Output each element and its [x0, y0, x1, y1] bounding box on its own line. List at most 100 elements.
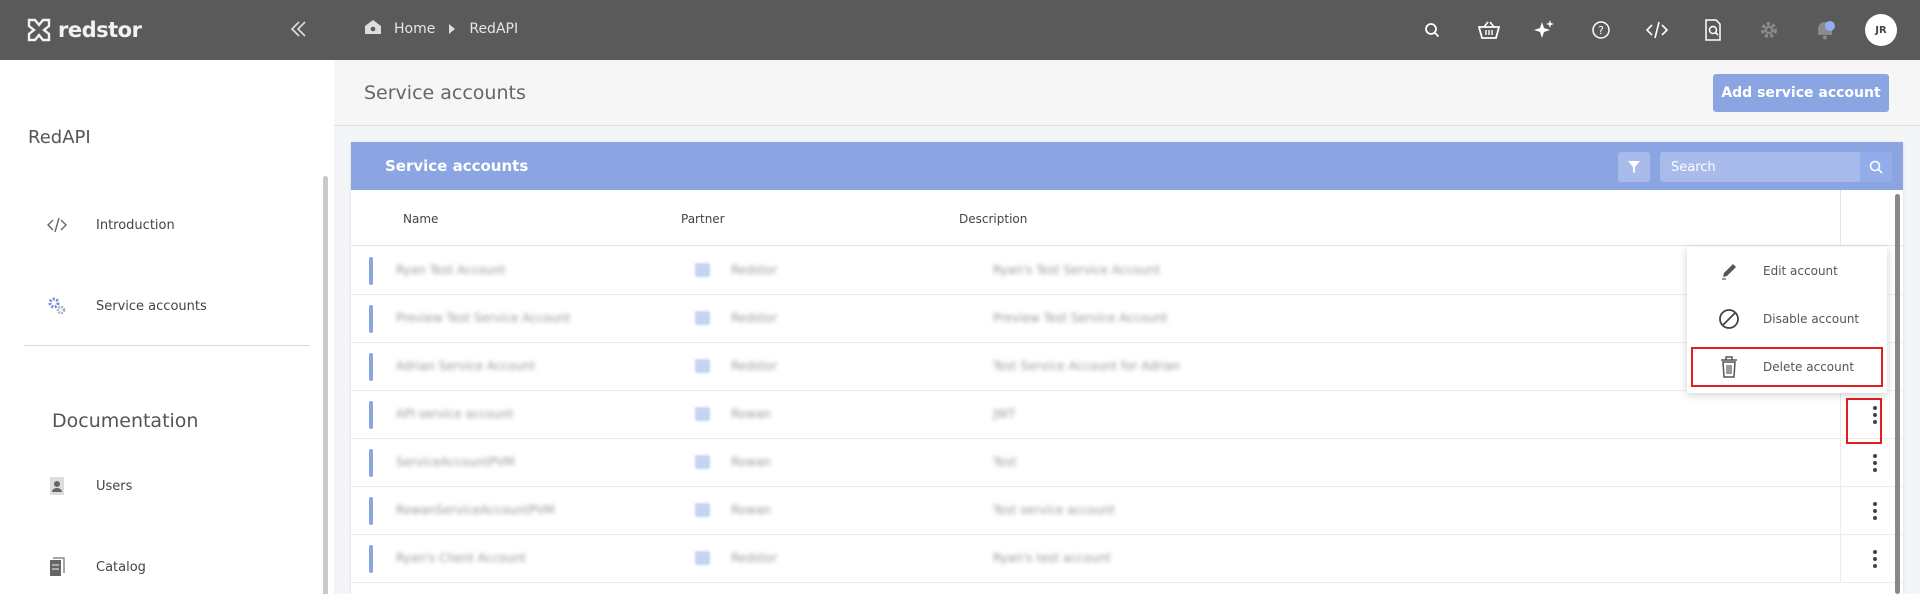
row-status-bar: [369, 497, 373, 525]
column-header-description[interactable]: Description: [959, 212, 1027, 226]
gears-icon: [46, 295, 68, 317]
sidebar-divider: [24, 345, 310, 346]
partner-icon: [695, 311, 710, 325]
row-status-bar: [369, 401, 373, 429]
breadcrumb-redapi[interactable]: RedAPI: [469, 21, 518, 37]
actions-column-divider: [1840, 190, 1841, 246]
actions-column-divider: [1840, 487, 1841, 535]
sidebar-item-service-accounts[interactable]: Service accounts: [46, 292, 207, 320]
panel-title: Service accounts: [385, 157, 529, 175]
notification-icon[interactable]: [1811, 16, 1839, 44]
gear-icon[interactable]: [1755, 16, 1783, 44]
search-button[interactable]: [1860, 152, 1892, 182]
user-icon: [46, 475, 68, 497]
top-bar: redstor Home RedAPI ? JR: [0, 0, 1920, 60]
sidebar-item-label: Catalog: [96, 559, 146, 575]
column-header-partner[interactable]: Partner: [681, 212, 725, 226]
sidebar-item-label: Introduction: [96, 217, 175, 233]
column-header-name[interactable]: Name: [403, 212, 438, 226]
sidebar: RedAPI Introduction Service accounts Doc…: [0, 60, 334, 594]
basket-icon[interactable]: [1475, 16, 1503, 44]
cell-description: Ryan's Test Service Account: [993, 263, 1161, 277]
actions-column-divider: [1840, 439, 1841, 487]
search-icon: [1869, 160, 1883, 174]
cell-name: ServiceAccountPVM: [396, 455, 515, 469]
pencil-icon: [1717, 259, 1741, 283]
logo-text: redstor: [58, 18, 142, 42]
search-icon[interactable]: [1418, 16, 1446, 44]
breadcrumb-home[interactable]: Home: [394, 21, 435, 37]
cell-name: Preview Test Service Account: [396, 311, 571, 325]
table-row[interactable]: Adrian Service Account Redstor Test Servic…: [351, 343, 1903, 391]
row-status-bar: [369, 449, 373, 477]
table-row[interactable]: Ryan Test Account Redstor Ryan's Test Serv…: [351, 247, 1903, 295]
menu-item-label: Delete account: [1763, 360, 1855, 374]
table-row[interactable]: RowanServiceAccountPVM Rowan Test service …: [351, 487, 1903, 535]
cell-description: Test service account: [993, 503, 1116, 517]
menu-item-label: Disable account: [1763, 312, 1860, 326]
sparkle-icon[interactable]: [1530, 16, 1558, 44]
more-options-icon[interactable]: [1863, 451, 1887, 475]
table-row[interactable]: API service account Rowan JWT: [351, 391, 1903, 439]
add-service-account-button[interactable]: Add service account: [1713, 74, 1889, 112]
help-icon[interactable]: ?: [1587, 16, 1615, 44]
delete-account-menu-item[interactable]: Delete account: [1687, 343, 1887, 391]
home-icon[interactable]: [364, 19, 382, 39]
logo-icon: [26, 17, 52, 43]
avatar[interactable]: JR: [1865, 14, 1897, 46]
service-accounts-panel: Service accounts Name Partner Descriptio…: [351, 142, 1903, 594]
row-status-bar: [369, 257, 373, 285]
row-status-bar: [369, 545, 373, 573]
edit-account-menu-item[interactable]: Edit account: [1687, 247, 1887, 295]
cell-partner: Rowan: [731, 455, 771, 469]
cell-description: Preview Test Service Account: [993, 311, 1168, 325]
code-icon[interactable]: [1643, 16, 1671, 44]
search-doc-icon[interactable]: [1699, 16, 1727, 44]
cell-partner: Redstor: [731, 311, 778, 325]
partner-icon: [695, 359, 710, 373]
more-options-icon[interactable]: [1863, 547, 1887, 571]
cell-partner: Redstor: [731, 551, 778, 565]
highlight-box: [1846, 398, 1882, 444]
actions-column-divider: [1840, 391, 1841, 439]
sidebar-item-label: Users: [96, 478, 133, 494]
cell-name: Ryan's Client Account: [396, 551, 527, 565]
filter-button[interactable]: [1618, 152, 1650, 182]
table-row[interactable]: ServiceAccountPVM Rowan Test: [351, 439, 1903, 487]
logo[interactable]: redstor: [26, 14, 142, 46]
trash-icon: [1717, 355, 1741, 379]
table-row[interactable]: Ryan's Client Account Redstor Ryan's test …: [351, 535, 1903, 583]
cell-partner: Redstor: [731, 263, 778, 277]
sidebar-scrollbar[interactable]: [323, 176, 328, 594]
catalog-icon: [46, 556, 68, 578]
code-icon: [46, 214, 68, 236]
chevron-right-icon: [449, 24, 456, 34]
page-title: Service accounts: [364, 82, 526, 104]
sidebar-item-users[interactable]: Users: [46, 472, 132, 500]
menu-item-label: Edit account: [1763, 264, 1838, 278]
sidebar-item-introduction[interactable]: Introduction: [46, 211, 175, 239]
table-scrollbar[interactable]: [1895, 194, 1900, 594]
table-header: Name Partner Description: [351, 190, 1903, 246]
cell-description: Ryan's test account: [993, 551, 1111, 565]
disable-account-menu-item[interactable]: Disable account: [1687, 295, 1887, 343]
page-header: Service accounts Add service account: [334, 60, 1920, 126]
sidebar-section-title: Documentation: [52, 410, 199, 432]
collapse-sidebar-icon[interactable]: [288, 17, 310, 41]
cell-description: Test Service Account for Adrian: [993, 359, 1181, 373]
cell-name: RowanServiceAccountPVM: [396, 503, 555, 517]
partner-icon: [695, 263, 710, 277]
cell-description: JWT: [993, 407, 1016, 421]
context-menu: Edit account Disable account Delete acco…: [1687, 247, 1887, 393]
table-row[interactable]: Preview Test Service Account Redstor Previ…: [351, 295, 1903, 343]
breadcrumb: Home RedAPI: [364, 19, 518, 39]
row-status-bar: [369, 353, 373, 381]
search-input[interactable]: [1660, 152, 1860, 182]
cell-partner: Rowan: [731, 407, 771, 421]
partner-icon: [695, 455, 710, 469]
row-status-bar: [369, 305, 373, 333]
disable-icon: [1717, 307, 1741, 331]
sidebar-item-label: Service accounts: [96, 298, 207, 314]
more-options-icon[interactable]: [1863, 499, 1887, 523]
sidebar-item-catalog[interactable]: Catalog: [46, 553, 146, 581]
